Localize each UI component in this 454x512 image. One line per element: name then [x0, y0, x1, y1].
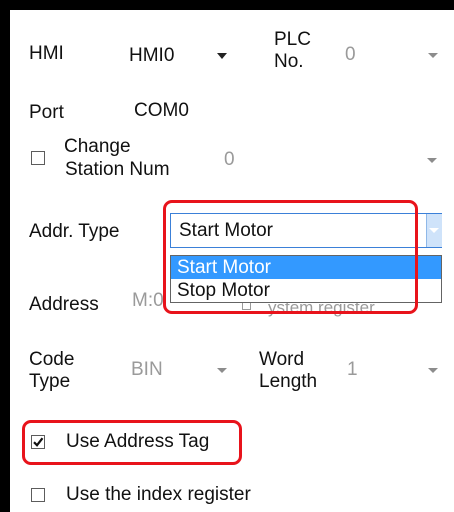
plc-no-label-line1: PLC	[274, 29, 311, 50]
use-index-register-label: Use the index register	[66, 484, 251, 505]
hmi-label: HMI	[29, 43, 64, 64]
word-length-label-line2: Length	[259, 371, 318, 392]
station-num-select[interactable]: 0	[215, 145, 445, 175]
word-length-label-line1: Word	[259, 349, 305, 370]
address-label: Address	[29, 294, 99, 315]
hmi-select-value: HMI0	[129, 45, 175, 66]
use-address-tag-checkbox[interactable]	[31, 435, 45, 449]
code-type-label-line1: Code	[29, 349, 75, 370]
hmi-select[interactable]: HMI0	[125, 40, 240, 70]
plc-no-select[interactable]: 0	[340, 40, 444, 70]
address-field-value: M:0	[132, 290, 164, 311]
port-label: Port	[29, 102, 64, 123]
chevron-down-icon	[428, 368, 438, 373]
station-num-select-value: 0	[224, 149, 235, 170]
use-address-tag-label: Use Address Tag	[66, 431, 210, 452]
code-type-select[interactable]: BIN	[122, 355, 237, 385]
addr-type-dropdown-button[interactable]	[426, 214, 442, 247]
change-station-label-line1: Change	[64, 136, 131, 157]
device-address-panel: HMI HMI0 PLC No. 0 Port COM0 Change Stat…	[10, 10, 454, 512]
red-highlight-addr-type	[163, 200, 418, 314]
code-type-select-value: BIN	[131, 359, 163, 380]
plc-no-select-value: 0	[345, 44, 356, 65]
chevron-down-icon	[429, 228, 439, 233]
word-length-select-value: 1	[347, 359, 358, 380]
chevron-down-icon	[428, 53, 438, 58]
word-length-select[interactable]: 1	[340, 355, 444, 385]
checkmark-icon	[33, 437, 44, 447]
plc-no-label-line2: No.	[274, 51, 304, 72]
chevron-down-icon	[427, 158, 437, 163]
change-station-checkbox[interactable]	[31, 151, 45, 165]
chevron-down-icon	[217, 368, 227, 373]
code-type-label-line2: Type	[29, 371, 71, 392]
chevron-down-icon	[217, 53, 227, 59]
change-station-label-line2: Station Num	[65, 159, 170, 180]
addr-type-label: Addr. Type	[29, 221, 120, 242]
use-index-register-checkbox[interactable]	[31, 488, 45, 502]
port-value: COM0	[134, 100, 189, 121]
